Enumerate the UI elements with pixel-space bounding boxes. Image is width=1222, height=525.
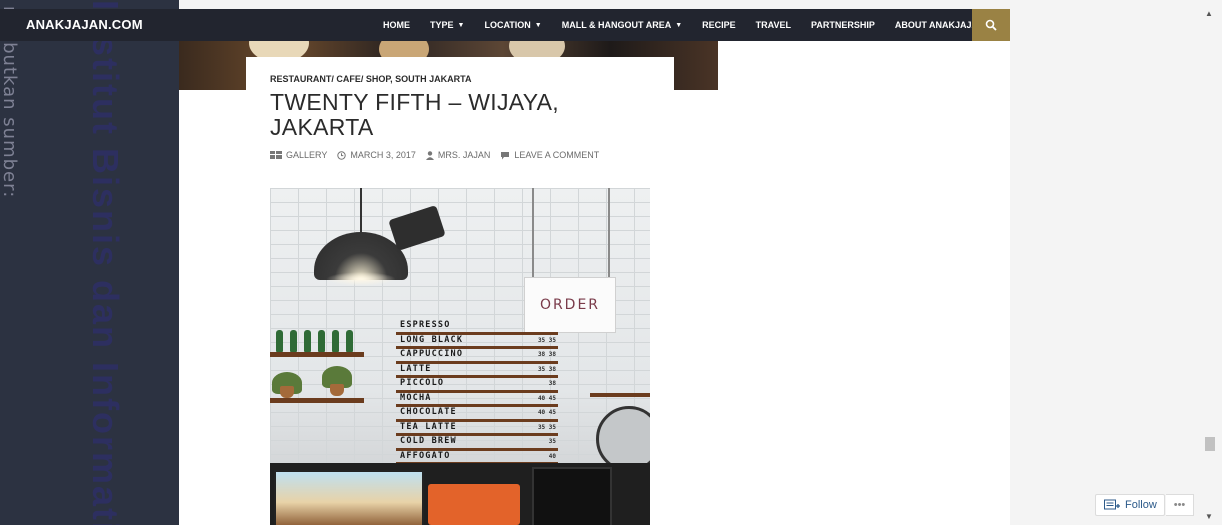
gallery-icon bbox=[270, 151, 282, 159]
nav-type-label: TYPE bbox=[430, 20, 454, 30]
sign-chain bbox=[608, 188, 610, 278]
scroll-up-arrow-icon[interactable]: ▲ bbox=[1205, 9, 1213, 18]
menu-row: CHOCOLATE 40 45 bbox=[396, 407, 558, 422]
leave-comment-label: LEAVE A COMMENT bbox=[514, 150, 600, 160]
nav-home[interactable]: HOME bbox=[383, 20, 410, 30]
menu-item-price: 35 35 bbox=[537, 423, 556, 431]
menu-board: ESPRESSO LONG BLACK 35 35 CAPPUCCINO 38 38… bbox=[396, 320, 558, 465]
top-navigation-bar: ANAKJAJAN.COM HOME TYPE ▼ LOCATION ▼ MALL … bbox=[0, 9, 1010, 41]
nav-partnership-label: PARTNERSHIP bbox=[811, 20, 875, 30]
menu-row: CAPPUCCINO 38 38 bbox=[396, 349, 558, 364]
wall-shelf bbox=[270, 352, 364, 357]
pastry-display-case bbox=[274, 470, 424, 525]
post-author: MRS. JAJAN bbox=[437, 150, 491, 160]
site-title[interactable]: ANAKJAJAN.COM bbox=[26, 17, 143, 32]
menu-item-name: ESPRESSO bbox=[400, 320, 451, 330]
menu-item-price: 40 45 bbox=[537, 394, 556, 402]
main-nav: HOME TYPE ▼ LOCATION ▼ MALL & HANGOUT AREA… bbox=[383, 9, 1005, 41]
caret-down-icon: ▼ bbox=[534, 21, 542, 29]
follow-label: Follow bbox=[1125, 499, 1157, 511]
cafe-photo[interactable]: ORDER ESPRESSO LONG BLACK 35 35 CAPPUCCIN… bbox=[270, 188, 650, 525]
menu-item-name: CAPPUCCINO bbox=[400, 349, 464, 359]
menu-item-price: 38 bbox=[548, 380, 556, 387]
scroll-thumb[interactable] bbox=[1205, 437, 1215, 451]
watermark-side-text: nyebutkan sumber: bbox=[0, 6, 20, 199]
menu-item-price: 40 45 bbox=[537, 409, 556, 416]
menu-row: ESPRESSO bbox=[396, 320, 558, 335]
lamp-cord bbox=[360, 188, 362, 233]
clock-icon bbox=[337, 150, 347, 160]
coffee-machine bbox=[428, 484, 520, 525]
menu-item-name: PICCOLO bbox=[400, 378, 445, 388]
nav-partnership[interactable]: PARTNERSHIP bbox=[811, 20, 875, 30]
nav-travel[interactable]: TRAVEL bbox=[756, 20, 791, 30]
nav-type[interactable]: TYPE ▼ bbox=[430, 20, 464, 30]
wall-shelf bbox=[590, 393, 650, 397]
menu-item-price: 35 38 bbox=[537, 365, 556, 373]
leave-comment-link[interactable]: LEAVE A COMMENT bbox=[500, 150, 599, 160]
menu-item-price: 38 38 bbox=[537, 351, 556, 358]
post-date-link[interactable]: MARCH 3, 2017 bbox=[337, 150, 416, 160]
post-categories[interactable]: RESTAURANT/ CAFE/ SHOP, SOUTH JAKARTA bbox=[270, 74, 472, 84]
more-options-button[interactable]: ••• bbox=[1166, 494, 1194, 516]
watermark-text: Institut Bisnis dan Informatika bbox=[86, 0, 126, 525]
nav-home-label: HOME bbox=[383, 20, 410, 30]
user-icon bbox=[425, 150, 434, 160]
post-author-link[interactable]: MRS. JAJAN bbox=[425, 150, 491, 160]
scrollbar[interactable]: ▲ ▼ bbox=[1200, 0, 1222, 525]
caret-down-icon: ▼ bbox=[457, 21, 465, 29]
menu-item-name: CHOCOLATE bbox=[400, 407, 457, 417]
search-icon bbox=[985, 19, 997, 31]
menu-item-name: AFFOGATO bbox=[400, 450, 451, 461]
nav-location[interactable]: LOCATION ▼ bbox=[484, 20, 541, 30]
sign-chain bbox=[532, 188, 534, 278]
follow-icon bbox=[1104, 499, 1120, 510]
plant-pot bbox=[330, 384, 344, 396]
menu-item-name: LONG BLACK bbox=[400, 334, 464, 345]
nav-recipe[interactable]: RECIPE bbox=[702, 20, 736, 30]
plant-pot bbox=[280, 386, 294, 398]
nav-recipe-label: RECIPE bbox=[702, 20, 736, 30]
lamp-glow bbox=[326, 272, 396, 286]
post-title: TWENTY FIFTH – WIJAYA, JAKARTA bbox=[270, 89, 559, 140]
post-meta: GALLERY MARCH 3, 2017 MRS. JAJAN LEAVE A… bbox=[270, 150, 609, 160]
bottle bbox=[332, 330, 339, 352]
menu-item-name: TEA LATTE bbox=[400, 421, 457, 432]
menu-item-name: LATTE bbox=[400, 363, 432, 374]
menu-item-price: 40 bbox=[548, 452, 556, 460]
nav-mall-hangout[interactable]: MALL & HANGOUT AREA ▼ bbox=[562, 20, 682, 30]
menu-item-name: MOCHA bbox=[400, 392, 432, 403]
comment-icon bbox=[501, 151, 510, 159]
nav-mall-hangout-label: MALL & HANGOUT AREA bbox=[561, 20, 672, 30]
menu-row: LATTE 35 38 bbox=[396, 363, 558, 378]
nav-location-label: LOCATION bbox=[484, 20, 531, 30]
bottle bbox=[304, 330, 311, 352]
menu-item-price: 35 35 bbox=[537, 336, 556, 344]
post-date: MARCH 3, 2017 bbox=[350, 150, 416, 160]
menu-row: MOCHA 40 45 bbox=[396, 392, 558, 407]
post-format-link[interactable]: GALLERY bbox=[270, 150, 327, 160]
menu-item-name: COLD BREW bbox=[400, 436, 457, 446]
menu-item-price: 35 bbox=[548, 438, 556, 445]
bottle bbox=[290, 330, 297, 352]
follow-button[interactable]: Follow bbox=[1095, 494, 1165, 516]
bottle bbox=[346, 330, 353, 352]
wall-shelf bbox=[270, 398, 364, 403]
menu-row: TEA LATTE 35 35 bbox=[396, 421, 558, 436]
menu-row: COLD BREW 35 bbox=[396, 436, 558, 451]
post-format-label: GALLERY bbox=[286, 150, 328, 160]
menu-row: LONG BLACK 35 35 bbox=[396, 334, 558, 349]
nav-travel-label: TRAVEL bbox=[755, 20, 792, 30]
bottle bbox=[276, 330, 283, 352]
scroll-down-arrow-icon[interactable]: ▼ bbox=[1205, 512, 1213, 521]
caret-down-icon: ▼ bbox=[675, 21, 683, 29]
security-camera bbox=[388, 205, 446, 251]
menu-row: PICCOLO 38 bbox=[396, 378, 558, 393]
bottle bbox=[318, 330, 325, 352]
search-button[interactable] bbox=[972, 9, 1010, 41]
cash-register bbox=[532, 467, 612, 525]
